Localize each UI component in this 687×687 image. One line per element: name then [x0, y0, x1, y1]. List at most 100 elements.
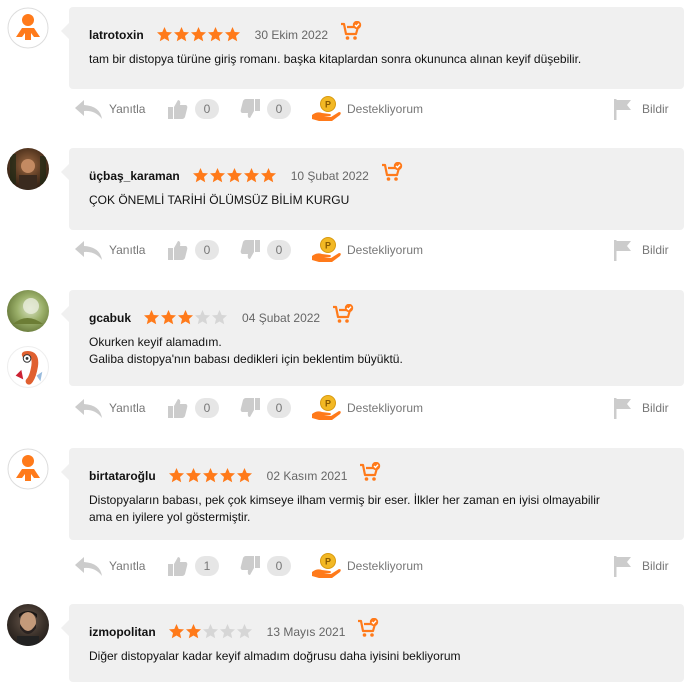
review-bubble: izmopolitan 13 Mayıs 2021 Diğer distopya… — [61, 604, 684, 682]
support-button[interactable]: P Destekliyorum — [311, 95, 423, 123]
svg-text:P: P — [325, 557, 331, 567]
coin-hand-icon: P — [312, 395, 341, 420]
reply-button[interactable]: Yanıtla — [73, 394, 145, 422]
coin-hand-icon: P — [312, 96, 341, 121]
review-text: Diğer distopyalar kadar keyif almadım do… — [89, 649, 461, 663]
coin-hand-icon: P — [312, 237, 341, 262]
star-filled-icon — [156, 27, 172, 42]
star-filled-icon — [219, 468, 235, 483]
like-button[interactable]: 0 — [167, 95, 219, 123]
support-button[interactable]: P Destekliyorum — [311, 394, 423, 422]
reply-button[interactable]: Yanıtla — [73, 236, 145, 264]
user-avatar[interactable] — [7, 604, 49, 646]
user-avatar[interactable] — [7, 7, 49, 49]
star-filled-icon — [224, 27, 240, 42]
dislike-button[interactable]: 0 — [239, 394, 291, 422]
photo-avatar-image — [13, 298, 43, 324]
reply-label: Yanıtla — [109, 559, 146, 573]
star-filled-icon — [168, 468, 184, 483]
cartoon-avatar-image — [15, 351, 43, 385]
rating-stars — [168, 467, 253, 484]
review-date: 04 Şubat 2022 — [242, 310, 321, 325]
dislike-button[interactable]: 0 — [239, 95, 291, 123]
star-filled-icon — [202, 468, 218, 483]
star-empty-icon — [236, 624, 252, 639]
thumbs-up-icon — [168, 557, 188, 576]
star-filled-icon — [192, 168, 208, 183]
support-label: Destekliyorum — [347, 559, 424, 573]
svg-text:P: P — [325, 100, 331, 110]
photo-avatar-image — [17, 611, 39, 646]
user-avatar[interactable] — [7, 148, 49, 190]
reply-arrow-icon — [75, 557, 102, 576]
cart-check-icon — [357, 617, 379, 645]
flag-icon — [614, 556, 631, 577]
review-text: Okurken keyif alamadım. Galiba distopya'… — [89, 335, 403, 366]
thumbs-up-icon — [168, 399, 188, 418]
report-button[interactable]: Bildir — [612, 394, 669, 422]
review-date: 02 Kasım 2021 — [266, 468, 348, 483]
cart-check-icon — [381, 161, 403, 189]
rating-stars — [168, 623, 253, 640]
flag-icon — [614, 398, 631, 419]
review-actions: Yanıtla 0 0 P Destekliyorum Bildir — [73, 236, 673, 264]
star-filled-icon — [260, 168, 276, 183]
review-bubble: üçbaş_karaman 10 Şubat 2022 ÇOK ÖNEMLİ T… — [61, 148, 684, 230]
dislike-count: 0 — [267, 556, 291, 576]
star-filled-icon — [161, 310, 177, 325]
review-date: 30 Ekim 2022 — [254, 27, 329, 42]
review-date: 10 Şubat 2022 — [290, 168, 369, 183]
username-link[interactable]: latrotoxin — [89, 28, 144, 42]
flag-icon — [614, 240, 631, 261]
coin-hand-icon: P — [312, 553, 341, 578]
cart-check-icon — [332, 303, 354, 331]
secondary-avatar[interactable] — [7, 346, 49, 388]
review-text: Distopyaların babası, pek çok kimseye il… — [89, 493, 600, 524]
reply-arrow-icon — [75, 399, 102, 418]
user-avatar[interactable] — [7, 448, 49, 490]
like-button[interactable]: 0 — [167, 394, 219, 422]
review-text: ÇOK ÖNEMLİ TARİHİ ÖLÜMSÜZ BİLİM KURGU — [89, 193, 350, 207]
star-filled-icon — [207, 27, 223, 42]
review-actions: Yanıtla 0 0 P Destekliyorum Bildir — [73, 95, 673, 123]
star-filled-icon — [185, 468, 201, 483]
like-button[interactable]: 0 — [167, 236, 219, 264]
cart-check-icon — [340, 20, 362, 48]
report-label: Bildir — [642, 401, 669, 415]
support-button[interactable]: P Destekliyorum — [311, 236, 423, 264]
thumbs-down-icon — [240, 556, 260, 575]
star-filled-icon — [168, 624, 184, 639]
report-label: Bildir — [642, 243, 669, 257]
username-link[interactable]: izmopolitan — [89, 625, 156, 639]
star-filled-icon — [144, 310, 160, 325]
review-bubble: latrotoxin 30 Ekim 2022 tam bir distopya… — [61, 7, 684, 89]
review-actions: Yanıtla 1 0 P Destekliyorum Bildir — [73, 552, 673, 580]
thumbs-down-icon — [240, 398, 260, 417]
star-empty-icon — [202, 624, 218, 639]
dislike-count: 0 — [267, 398, 291, 418]
review-actions: Yanıtla 0 0 P Destekliyorum Bildir — [73, 394, 673, 422]
support-button[interactable]: P Destekliyorum — [311, 552, 423, 580]
user-avatar[interactable] — [7, 290, 49, 332]
report-label: Bildir — [642, 102, 669, 116]
like-count: 0 — [195, 240, 219, 260]
svg-text:P: P — [325, 399, 331, 409]
username-link[interactable]: gcabuk — [89, 311, 131, 325]
reply-button[interactable]: Yanıtla — [73, 552, 145, 580]
username-link[interactable]: birtataroğlu — [89, 469, 156, 483]
like-button[interactable]: 1 — [167, 552, 219, 580]
reply-arrow-icon — [75, 100, 102, 119]
star-filled-icon — [243, 168, 259, 183]
default-avatar-icon — [7, 448, 49, 490]
report-button[interactable]: Bildir — [612, 552, 669, 580]
rating-stars — [156, 26, 241, 43]
username-link[interactable]: üçbaş_karaman — [89, 169, 180, 183]
reply-button[interactable]: Yanıtla — [73, 95, 145, 123]
dislike-button[interactable]: 0 — [239, 236, 291, 264]
rating-stars — [192, 167, 277, 184]
dislike-button[interactable]: 0 — [239, 552, 291, 580]
report-button[interactable]: Bildir — [612, 236, 669, 264]
reply-label: Yanıtla — [109, 243, 146, 257]
default-avatar-icon — [7, 7, 49, 49]
report-button[interactable]: Bildir — [612, 95, 669, 123]
